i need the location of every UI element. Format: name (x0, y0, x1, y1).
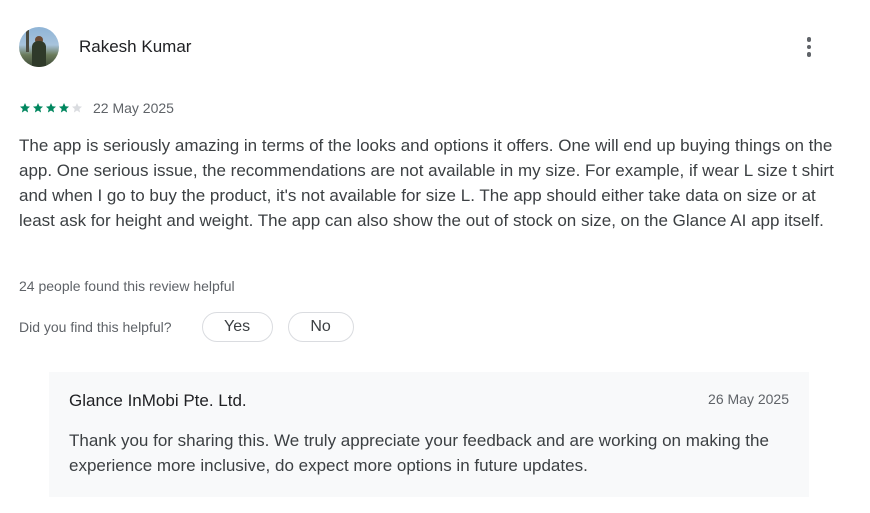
star-empty-icon (71, 102, 83, 114)
helpful-question: Did you find this helpful? (19, 319, 172, 335)
reviewer-name: Rakesh Kumar (79, 37, 192, 56)
no-button[interactable]: No (287, 312, 354, 342)
developer-reply: Glance InMobi Pte. Ltd. 26 May 2025 Than… (49, 372, 809, 497)
star-filled-icon (58, 102, 70, 114)
developer-name: Glance InMobi Pte. Ltd. (69, 391, 247, 410)
more-options-button[interactable] (792, 30, 826, 64)
star-rating (19, 102, 84, 114)
review-text: The app is seriously amazing in terms of… (19, 136, 834, 230)
star-filled-icon (32, 102, 44, 114)
review-card: Rakesh Kumar 22 May 2025 The app is seri… (0, 0, 870, 513)
avatar (19, 27, 59, 67)
review-header: Rakesh Kumar (19, 27, 191, 67)
yes-button[interactable]: Yes (201, 312, 273, 342)
reply-text: Thank you for sharing this. We truly app… (69, 431, 769, 475)
helpful-count: 24 people found this review helpful (19, 278, 235, 294)
more-vert-icon (806, 37, 812, 42)
reply-date: 26 May 2025 (708, 391, 789, 407)
helpful-feedback: Did you find this helpful? Yes No (19, 312, 354, 342)
review-date: 22 May 2025 (93, 100, 174, 116)
rating-row: 22 May 2025 (19, 100, 174, 116)
star-filled-icon (19, 102, 31, 114)
star-filled-icon (45, 102, 57, 114)
